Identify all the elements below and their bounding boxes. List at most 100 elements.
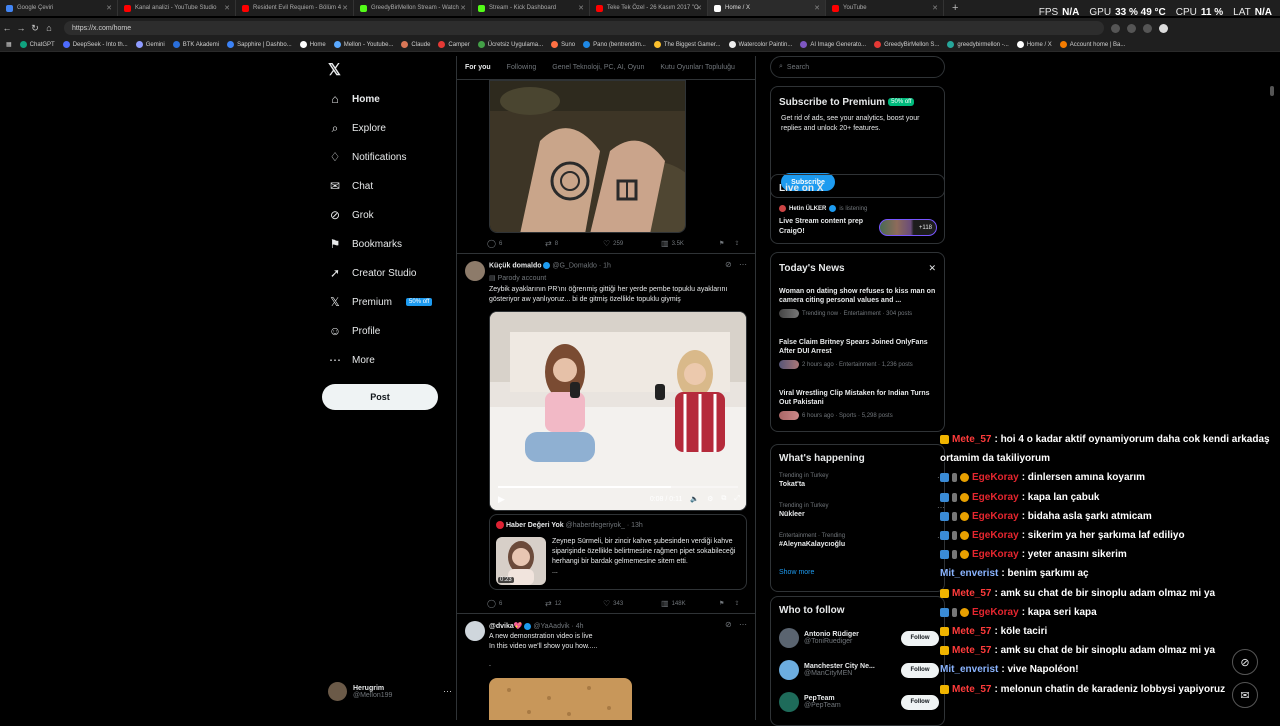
feed-tab[interactable]: Following <box>507 64 537 71</box>
bookmark-item[interactable]: Pano (bentrendim... <box>583 41 646 48</box>
author-name[interactable]: @dvika💖 <box>489 623 522 630</box>
bookmark-item[interactable]: DeepSeek - Into th... <box>62 41 128 48</box>
share-icon[interactable]: ⇪ <box>734 240 739 247</box>
home-icon[interactable]: ⌂ <box>42 23 56 33</box>
repost-button[interactable]: ⇄ 12 <box>545 599 603 608</box>
settings-icon[interactable]: ⚙ <box>707 495 713 503</box>
close-icon[interactable]: ✕ <box>460 4 466 12</box>
author-handle[interactable]: @YaAadvik <box>533 623 569 630</box>
grok-icon[interactable]: ⊘ <box>1232 649 1258 675</box>
like-button[interactable]: ♡ 343 <box>603 599 661 608</box>
follow-button[interactable]: Follow <box>901 662 939 678</box>
bookmark-item[interactable]: ChatGPT <box>19 41 55 48</box>
apps-icon[interactable]: ▦ <box>6 41 12 48</box>
account-switcher[interactable]: Herugrim @Mellon199 ⋯ <box>328 682 452 701</box>
quoted-video-thumbnail[interactable]: 0:23 <box>496 537 546 585</box>
author-name[interactable]: Küçük domaldo <box>489 262 542 269</box>
sidebar-item-bookmarks[interactable]: ⚑ Bookmarks <box>328 237 402 251</box>
close-icon[interactable]: ✕ <box>224 4 230 12</box>
scrollbar[interactable] <box>1270 86 1274 96</box>
bookmark-icon[interactable]: ⚑ <box>719 240 724 247</box>
close-icon[interactable]: ✕ <box>932 4 938 12</box>
views-button[interactable]: ▥ 148K <box>661 599 719 608</box>
bookmark-item[interactable]: Home <box>299 41 326 48</box>
repost-button[interactable]: ⇄ 8 <box>545 239 603 248</box>
trend-item[interactable]: Trending in TurkeyTokat'ta⋯ <box>779 473 945 488</box>
browser-tab[interactable]: GreedyBirMellon Stream - Watch ✕ <box>354 0 472 16</box>
feed-tab[interactable]: Genel Teknoloji, PC, AI, Oyun <box>552 64 644 71</box>
author-handle[interactable]: @G_Domaldo <box>552 262 596 269</box>
show-more-link[interactable]: Show more <box>779 569 814 576</box>
browser-tab[interactable]: Google Çeviri ✕ <box>0 0 118 16</box>
sidebar-item-profile[interactable]: ☺ Profile <box>328 324 381 338</box>
follow-button[interactable]: Follow <box>901 630 939 646</box>
tweet-video[interactable]: ▶ 0:08 / 0:11 🔈 ⚙ ⧉ ⤢ <box>489 311 747 511</box>
views-button[interactable]: ▥ 3.5K <box>661 239 719 248</box>
reload-icon[interactable]: ↻ <box>28 23 42 34</box>
close-icon[interactable]: ✕ <box>696 4 702 12</box>
sidebar-item-notifications[interactable]: ♢ Notifications <box>328 150 407 164</box>
tweet-time[interactable]: 4h <box>576 623 584 630</box>
live-card[interactable]: Live on X Hetin ÜLKER is listening Live … <box>770 174 945 244</box>
bookmark-item[interactable]: The Biggest Gamer... <box>653 41 721 48</box>
browser-tab[interactable]: YouTube ✕ <box>826 0 944 16</box>
browser-tab[interactable]: Resident Evil Requiem - Bölüm 4 ✕ <box>236 0 354 16</box>
search-input[interactable]: ⌕ Search <box>770 56 945 78</box>
bookmark-item[interactable]: Mellon - Youtube... <box>333 41 393 48</box>
bookmark-item[interactable]: AI Image Generato... <box>800 41 866 48</box>
bookmark-item[interactable]: BTK Akademi <box>172 41 219 48</box>
browser-tab[interactable]: Kanal analizi - YouTube Studio ✕ <box>118 0 236 16</box>
extension-icon[interactable] <box>1143 23 1152 33</box>
bookmark-item[interactable]: Camper <box>438 41 470 48</box>
close-icon[interactable]: ✕ <box>578 4 584 12</box>
more-icon[interactable]: ⋯ <box>443 686 452 697</box>
bookmark-item[interactable]: Suno <box>551 41 575 48</box>
bookmark-icon[interactable]: ⚑ <box>719 600 724 607</box>
follow-button[interactable]: Follow <box>901 694 939 710</box>
browser-tab[interactable]: Home / X ✕ <box>708 0 826 16</box>
close-icon[interactable]: ✕ <box>106 4 112 12</box>
news-item[interactable]: False Claim Britney Spears Joined OnlyFa… <box>779 338 939 369</box>
share-icon[interactable]: ⇪ <box>734 600 739 607</box>
follow-suggestion[interactable]: Manchester City Ne... @ManCityMEN Follow <box>779 657 939 683</box>
volume-icon[interactable]: 🔈 <box>690 495 699 503</box>
url-input[interactable]: https://x.com/home <box>64 21 1104 35</box>
pip-icon[interactable]: ⧉ <box>721 495 726 503</box>
more-icon[interactable]: ⋯ <box>739 260 747 269</box>
bookmark-item[interactable]: Gemini <box>135 41 165 48</box>
like-button[interactable]: ♡ 259 <box>603 239 661 248</box>
news-item[interactable]: Woman on dating show refuses to kiss man… <box>779 287 939 318</box>
bookmark-item[interactable]: greedybirmellon -... <box>947 41 1009 48</box>
bookmark-item[interactable]: GreedyBirMellon S... <box>874 41 939 48</box>
post-button[interactable]: Post <box>322 384 438 410</box>
browser-tab[interactable]: Stream - Kick Dashboard ✕ <box>472 0 590 16</box>
bookmark-item[interactable]: Claude <box>401 41 430 48</box>
close-icon[interactable]: ✕ <box>814 4 820 12</box>
messages-icon[interactable]: ✉ <box>1232 682 1258 708</box>
tweet-image[interactable] <box>489 80 686 233</box>
sidebar-item-explore[interactable]: ⌕ Explore <box>328 121 386 136</box>
tweet-time[interactable]: 1h <box>603 262 611 269</box>
quoted-tweet[interactable]: Haber Değeri Yok @haberdegeriyok_ · 13h … <box>489 514 747 590</box>
bookmark-item[interactable]: Home / X <box>1016 41 1052 48</box>
browser-tab[interactable]: Teke Tek Özel - 26 Kasım 2017 "O ✕ <box>590 0 708 16</box>
sidebar-item-grok[interactable]: ⊘ Grok <box>328 208 374 222</box>
reply-button[interactable]: ◯ 6 <box>487 239 545 248</box>
bookmark-item[interactable]: Watercolor Paintin... <box>728 41 792 48</box>
grok-icon[interactable]: ⊘ <box>725 620 732 629</box>
back-icon[interactable]: ← <box>0 23 14 33</box>
feed-tab[interactable]: For you <box>465 64 491 71</box>
sidebar-item-home[interactable]: ⌂ Home <box>328 92 379 106</box>
new-tab-button[interactable]: + <box>952 2 958 14</box>
close-icon[interactable]: ✕ <box>342 4 348 12</box>
forward-icon[interactable]: → <box>14 23 28 33</box>
more-icon[interactable]: ⋯ <box>739 620 747 629</box>
sidebar-item-more[interactable]: ⋯ More <box>328 353 375 367</box>
fullscreen-icon[interactable]: ⤢ <box>734 495 740 503</box>
avatar[interactable] <box>465 261 485 281</box>
follow-suggestion[interactable]: PepTeam @PepTeam Follow <box>779 689 939 715</box>
sidebar-item-premium[interactable]: 𝕏 Premium 50% off <box>328 295 433 309</box>
extension-icon[interactable] <box>1127 23 1136 33</box>
play-icon[interactable]: ▶ <box>498 494 505 505</box>
avatar[interactable] <box>465 621 485 641</box>
